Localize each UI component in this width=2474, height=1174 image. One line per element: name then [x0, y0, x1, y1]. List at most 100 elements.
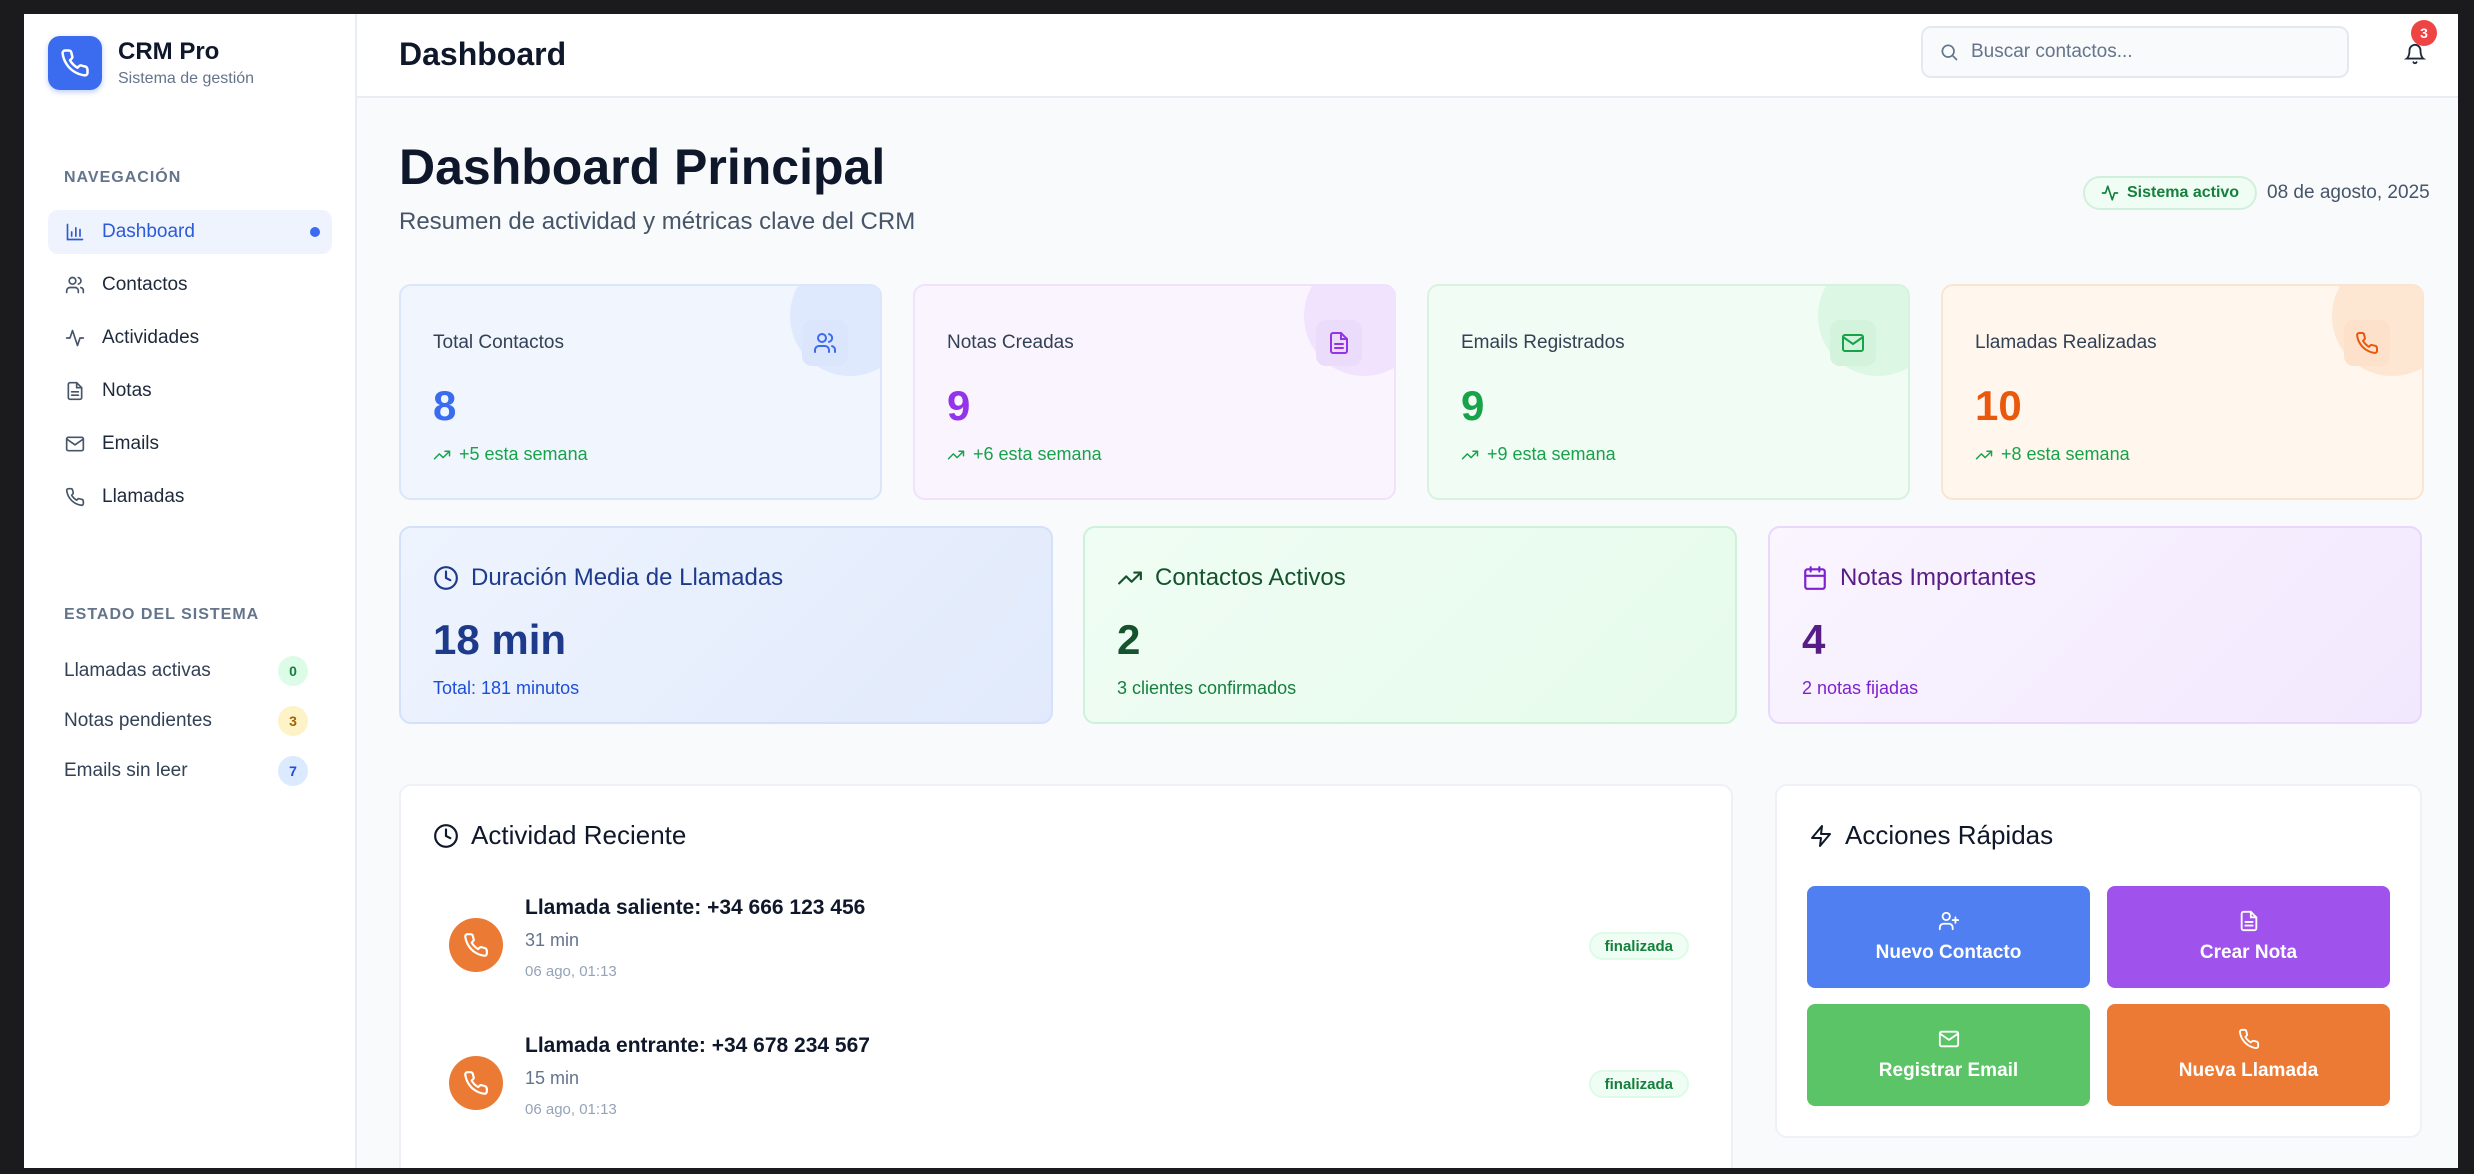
mail-icon	[64, 433, 86, 455]
stat-card-llamadas-realizadas[interactable]: Llamadas Realizadas 10 +8 esta semana	[1941, 284, 2424, 500]
stat-trend-text: +6 esta semana	[973, 444, 1102, 464]
mail-icon	[1830, 320, 1876, 366]
sidebar-item-label: Actividades	[102, 327, 200, 348]
stat-trend: +6 esta semana	[947, 444, 1102, 465]
brand-subtitle: Sistema de gestión	[118, 70, 255, 87]
trending-up-icon	[947, 446, 965, 464]
activity-icon	[2101, 184, 2119, 202]
stat-label: Emails Registrados	[1461, 332, 1625, 353]
phone-icon	[64, 486, 86, 508]
search-box[interactable]	[1921, 26, 2349, 78]
metric-value: 18 min	[433, 616, 567, 663]
bell-icon	[2404, 43, 2426, 65]
activity-duration: 15 min	[525, 1068, 580, 1088]
sidebar-item-label: Emails	[102, 433, 160, 454]
phone-icon	[48, 36, 102, 90]
button-label: Nueva Llamada	[2178, 1060, 2319, 1081]
create-note-button[interactable]: Crear Nota	[2107, 886, 2390, 988]
mail-icon	[1938, 1028, 1960, 1050]
user-plus-icon	[1938, 910, 1960, 932]
trending-up-icon	[433, 446, 451, 464]
stat-trend-text: +5 esta semana	[459, 444, 588, 464]
register-email-button[interactable]: Registrar Email	[1807, 1004, 2090, 1106]
clock-icon	[433, 565, 459, 591]
clock-icon	[433, 823, 459, 849]
status-section-title: ESTADO DEL SISTEMA	[64, 606, 260, 623]
status-row-notas-pendientes[interactable]: Notas pendientes 3	[64, 696, 308, 746]
metric-card-duracion-media[interactable]: Duración Media de Llamadas 18 min Total:…	[399, 526, 1053, 724]
panel-title-text: Acciones Rápidas	[1845, 820, 2054, 850]
main-content: Dashboard Principal Resumen de actividad…	[357, 98, 2458, 1168]
sidebar-item-label: Contactos	[102, 274, 188, 295]
metric-desc: 2 notas fijadas	[1802, 678, 1919, 698]
recent-activity-panel: Actividad Reciente Llamada saliente: +34…	[399, 784, 1733, 1168]
status-badge: finalizada	[1588, 1070, 1689, 1098]
sidebar-item-label: Notas	[102, 380, 152, 401]
stat-value: 10	[1975, 382, 2022, 429]
activity-duration: 31 min	[525, 930, 580, 950]
stat-card-emails-registrados[interactable]: Emails Registrados 9 +9 esta semana	[1427, 284, 1910, 500]
nav-section-title: NAVEGACIÓN	[64, 169, 182, 186]
activity-item[interactable]: Llamada entrante: +34 678 234 567 15 min…	[449, 1034, 1689, 1154]
sidebar-item-dashboard[interactable]: Dashboard	[48, 210, 332, 254]
metric-title: Notas Importantes	[1802, 564, 2036, 592]
search-input[interactable]	[1971, 41, 2331, 63]
brand[interactable]: CRM Pro Sistema de gestión	[48, 36, 254, 90]
file-text-icon	[2238, 910, 2260, 932]
new-contact-button[interactable]: Nuevo Contacto	[1807, 886, 2090, 988]
stat-value: 9	[947, 382, 971, 429]
metric-card-notas-importantes[interactable]: Notas Importantes 4 2 notas fijadas	[1768, 526, 2422, 724]
metric-title: Duración Media de Llamadas	[433, 564, 783, 592]
sidebar-item-label: Llamadas	[102, 486, 185, 507]
file-text-icon	[1316, 320, 1362, 366]
phone-icon	[2238, 1028, 2260, 1050]
metric-value: 4	[1802, 616, 1826, 663]
stat-value: 9	[1461, 382, 1485, 429]
trending-up-icon	[1975, 446, 1993, 464]
activity-icon	[64, 327, 86, 349]
new-call-button[interactable]: Nueva Llamada	[2107, 1004, 2390, 1106]
stat-label: Llamadas Realizadas	[1975, 332, 2157, 353]
current-date: 08 de agosto, 2025	[2267, 182, 2430, 203]
zap-icon	[1809, 824, 1833, 848]
status-row-llamadas-activas[interactable]: Llamadas activas 0	[64, 646, 308, 696]
system-status-list: Llamadas activas 0 Notas pendientes 3 Em…	[64, 646, 308, 796]
metric-title: Contactos Activos	[1117, 564, 1346, 592]
count-badge: 7	[278, 756, 308, 786]
bar-chart-icon	[64, 221, 86, 243]
activity-item[interactable]: Llamada saliente: +34 666 123 456 31 min…	[449, 896, 1689, 1016]
stat-card-total-contactos[interactable]: Total Contactos 8 +5 esta semana	[399, 284, 882, 500]
activity-title: Llamada saliente: +34 666 123 456	[525, 896, 866, 919]
activity-title: Llamada entrante: +34 678 234 567	[525, 1034, 870, 1057]
metric-desc: Total: 181 minutos	[433, 678, 580, 698]
activity-time: 06 ago, 01:13	[525, 1101, 617, 1118]
metric-card-contactos-activos[interactable]: Contactos Activos 2 3 clientes confirmad…	[1083, 526, 1737, 724]
brand-name: CRM Pro	[118, 38, 220, 65]
sidebar-item-llamadas[interactable]: Llamadas	[48, 475, 332, 519]
stat-label: Total Contactos	[433, 332, 564, 353]
phone-icon	[449, 918, 503, 972]
quick-actions-panel: Acciones Rápidas Nuevo Contacto Crear No…	[1775, 784, 2422, 1138]
sidebar-item-notas[interactable]: Notas	[48, 369, 332, 413]
metric-title-text: Contactos Activos	[1155, 564, 1346, 591]
trending-up-icon	[1117, 565, 1143, 591]
topbar: Dashboard 3	[357, 14, 2458, 98]
metric-value: 2	[1117, 616, 1141, 663]
stat-trend-text: +8 esta semana	[2001, 444, 2130, 464]
sidebar-item-emails[interactable]: Emails	[48, 422, 332, 466]
metric-desc: 3 clientes confirmados	[1117, 678, 1297, 698]
file-text-icon	[64, 380, 86, 402]
page-title: Dashboard Principal	[399, 139, 886, 195]
button-label: Nuevo Contacto	[1875, 942, 2022, 963]
stat-trend: +5 esta semana	[433, 444, 588, 465]
stat-value: 8	[433, 382, 457, 429]
status-label: Emails sin leer	[64, 760, 188, 781]
stat-card-notas-creadas[interactable]: Notas Creadas 9 +6 esta semana	[913, 284, 1396, 500]
phone-icon	[2344, 320, 2390, 366]
count-badge: 3	[278, 706, 308, 736]
sidebar-item-actividades[interactable]: Actividades	[48, 316, 332, 360]
sidebar-item-contactos[interactable]: Contactos	[48, 263, 332, 307]
stat-trend: +8 esta semana	[1975, 444, 2130, 465]
search-icon	[1939, 42, 1959, 62]
status-row-emails-sin-leer[interactable]: Emails sin leer 7	[64, 746, 308, 796]
